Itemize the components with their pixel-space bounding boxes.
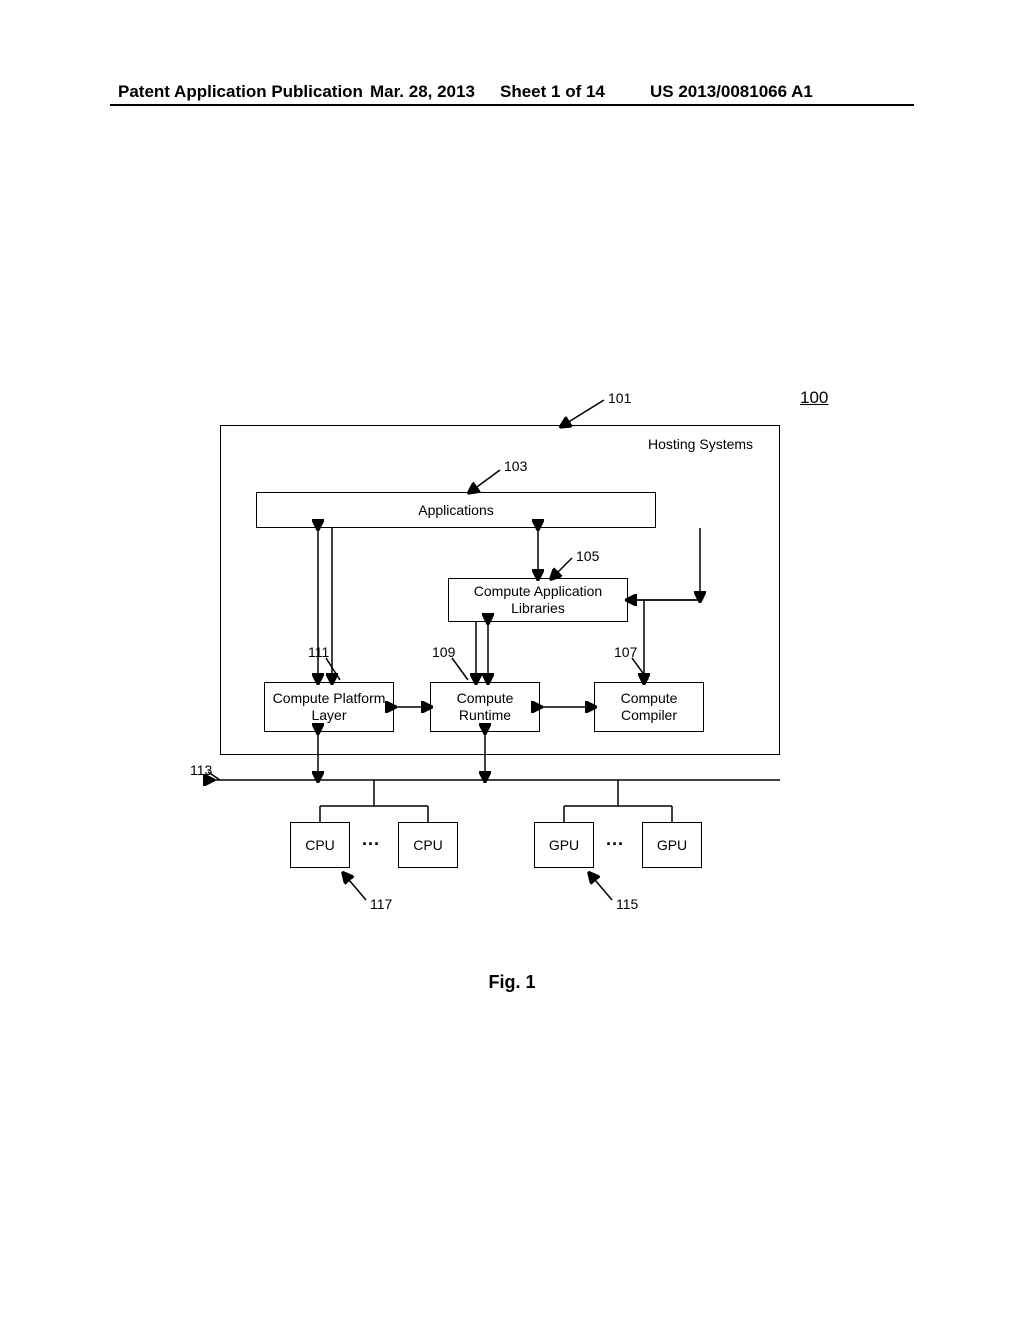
- compute-runtime-box: Compute Runtime: [430, 682, 540, 732]
- ref-103: 103: [504, 458, 527, 474]
- compute-runtime-label: Compute Runtime: [435, 690, 535, 724]
- compute-compiler-box: Compute Compiler: [594, 682, 704, 732]
- ref-109: 109: [432, 644, 455, 660]
- gpu-box-2: GPU: [642, 822, 702, 868]
- ref-105: 105: [576, 548, 599, 564]
- cpu-ellipsis: ···: [362, 834, 380, 855]
- hosting-systems-label: Hosting Systems: [648, 436, 753, 452]
- ref-113: 113: [190, 762, 212, 778]
- gpu-label-2: GPU: [657, 837, 687, 854]
- compute-platform-layer-label: Compute Platform Layer: [269, 690, 389, 724]
- cpu-box-1: CPU: [290, 822, 350, 868]
- ref-115: 115: [616, 896, 638, 912]
- ref-111: 111: [308, 644, 329, 660]
- compute-app-libraries-label: Compute Application Libraries: [453, 583, 623, 617]
- cpu-box-2: CPU: [398, 822, 458, 868]
- cpu-label-1: CPU: [305, 837, 335, 854]
- figure-label: Fig. 1: [0, 972, 1024, 993]
- compute-platform-layer-box: Compute Platform Layer: [264, 682, 394, 732]
- ref-101: 101: [608, 390, 631, 406]
- gpu-box-1: GPU: [534, 822, 594, 868]
- ref-100: 100: [800, 388, 828, 408]
- gpu-ellipsis: ···: [606, 834, 624, 855]
- ref-107: 107: [614, 644, 637, 660]
- figure-1-diagram: 100 Hosting Systems 101 Applications 103…: [0, 0, 1024, 1320]
- gpu-label-1: GPU: [549, 837, 579, 854]
- ref-117: 117: [370, 896, 392, 912]
- applications-label: Applications: [418, 502, 494, 519]
- compute-app-libraries-box: Compute Application Libraries: [448, 578, 628, 622]
- compute-compiler-label: Compute Compiler: [599, 690, 699, 724]
- cpu-label-2: CPU: [413, 837, 443, 854]
- applications-box: Applications: [256, 492, 656, 528]
